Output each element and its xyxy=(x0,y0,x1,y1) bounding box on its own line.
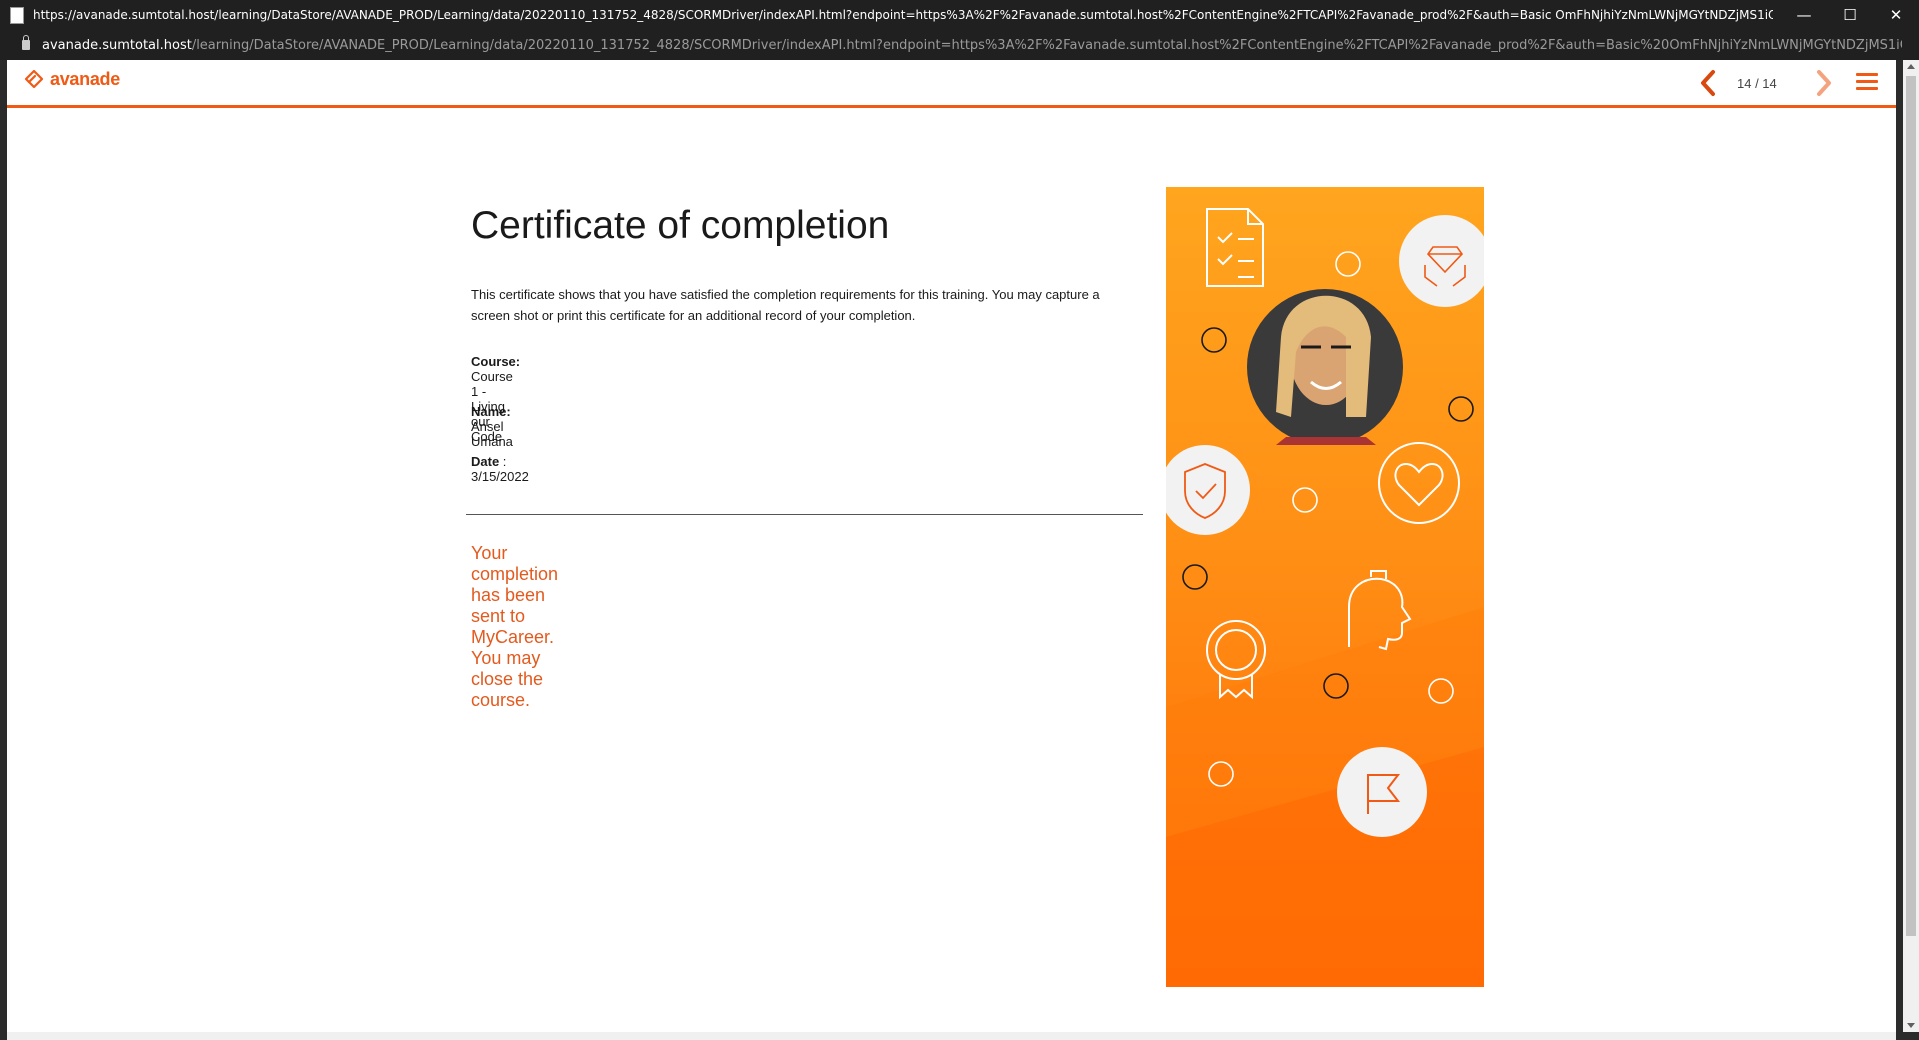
scroll-up-icon[interactable] xyxy=(1907,64,1915,69)
logo-text: avanade xyxy=(50,68,120,89)
divider xyxy=(466,514,1143,515)
window-controls: — ☐ ✕ xyxy=(1781,0,1919,30)
name-field: Name: Ansel Umana xyxy=(471,404,513,449)
hamburger-menu-icon[interactable] xyxy=(1856,73,1878,93)
address-bar[interactable]: avanade.sumtotal.host/learning/DataStore… xyxy=(0,30,1919,60)
next-page-button[interactable] xyxy=(1813,68,1835,98)
course-label: Course: xyxy=(471,354,521,369)
date-label: Date xyxy=(471,454,500,469)
url-text[interactable]: avanade.sumtotal.host/learning/DataStore… xyxy=(42,38,1902,53)
heart-icon xyxy=(1394,462,1444,507)
side-panel-graphics xyxy=(1166,208,1484,987)
document-icon xyxy=(1206,208,1264,287)
window-title: https://avanade.sumtotal.host/learning/D… xyxy=(33,8,1773,22)
url-host: avanade.sumtotal.host xyxy=(42,37,192,53)
horizontal-scroll-track xyxy=(7,1032,1896,1040)
lock-icon xyxy=(22,35,30,50)
avanade-logo-icon xyxy=(24,69,44,89)
page-scrollbar[interactable] xyxy=(1903,60,1919,1032)
certificate-description: This certificate shows that you have sat… xyxy=(471,287,1100,323)
name-value: Ansel Umana xyxy=(471,419,513,449)
decorative-side-panel xyxy=(1166,187,1484,987)
close-button[interactable]: ✕ xyxy=(1873,0,1919,30)
name-label: Name: xyxy=(471,404,511,419)
url-path: /learning/DataStore/AVANADE_PROD/Learnin… xyxy=(191,37,1902,53)
minimize-button[interactable]: — xyxy=(1781,0,1827,30)
maximize-button[interactable]: ☐ xyxy=(1827,0,1873,30)
date-field: Date : 3/15/2022 xyxy=(471,454,529,484)
page-counter: 14 / 14 xyxy=(1737,76,1777,91)
completion-message: Your completion has been sent to MyCaree… xyxy=(471,543,559,710)
browser-titlebar: https://avanade.sumtotal.host/learning/D… xyxy=(0,0,1919,30)
course-header: avanade 14 / 14 xyxy=(7,60,1896,108)
certificate-title: Certificate of completion xyxy=(471,204,890,247)
page-icon xyxy=(10,6,24,24)
avanade-logo: avanade xyxy=(23,68,120,90)
course-viewport: avanade 14 / 14 Certificate of completio… xyxy=(7,60,1896,1032)
scroll-down-icon[interactable] xyxy=(1907,1023,1915,1028)
head-gear-icon xyxy=(1348,570,1412,651)
scroll-thumb[interactable] xyxy=(1906,76,1916,936)
previous-page-button[interactable] xyxy=(1697,68,1719,98)
profile-photo xyxy=(1247,289,1403,445)
